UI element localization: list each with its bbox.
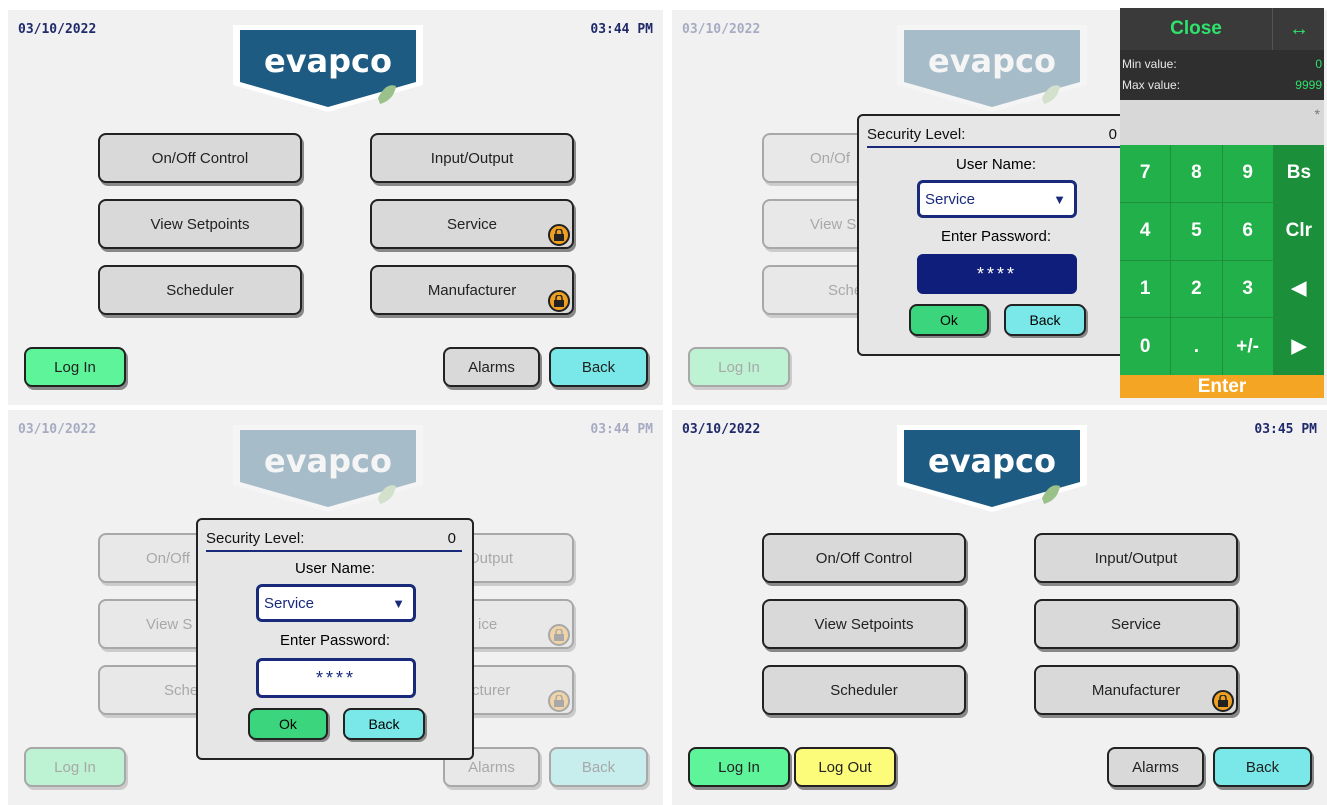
password-field[interactable]: **** <box>256 658 416 698</box>
lock-icon <box>548 224 570 246</box>
ok-button[interactable]: Ok <box>909 304 989 336</box>
date-label: 03/10/2022 <box>682 422 761 437</box>
key-backspace[interactable]: Bs <box>1273 145 1324 202</box>
security-level-value: 0 <box>1108 126 1117 143</box>
keypad-close-button[interactable]: Close <box>1120 8 1272 50</box>
logo-text: evapco <box>928 442 1056 480</box>
scheduler-button[interactable]: Scheduler <box>762 665 966 715</box>
numeric-keypad: Close ↔ Min value: 0 Max value: 9999 * 7… <box>1120 8 1324 398</box>
security-level-label: Security Level: <box>206 530 305 547</box>
left-arrow-icon[interactable]: ◀ <box>1273 260 1324 318</box>
key-2[interactable]: 2 <box>1171 260 1222 318</box>
key-9[interactable]: 9 <box>1222 145 1273 202</box>
min-value-label: Min value: <box>1122 57 1177 71</box>
dialog-back-button[interactable]: Back <box>1004 304 1086 336</box>
keypad-enter-button[interactable]: Enter <box>1120 375 1324 398</box>
user-name-label: User Name: <box>294 560 376 577</box>
keypad-header: Close ↔ <box>1120 8 1324 50</box>
date-label: 03/10/2022 <box>18 422 97 437</box>
manufacturer-button[interactable]: Manufacturer <box>1034 665 1238 715</box>
password-field[interactable]: **** <box>917 254 1077 294</box>
evapco-logo: evapco <box>892 420 1092 515</box>
security-level-label: Security Level: <box>867 126 966 143</box>
keypad-display: * <box>1120 100 1324 145</box>
key-5[interactable]: 5 <box>1171 202 1222 260</box>
evapco-logo: evapco <box>228 20 428 115</box>
security-level-row: Security Level: 0 <box>867 126 1123 148</box>
key-3[interactable]: 3 <box>1222 260 1273 318</box>
max-value-row: Max value: 9999 <box>1122 75 1322 95</box>
time-label: 03:44 PM <box>590 422 653 437</box>
service-button[interactable]: Service <box>370 199 574 249</box>
key-0[interactable]: 0 <box>1120 318 1171 375</box>
key-clear[interactable]: Clr <box>1273 202 1324 260</box>
login-dialog: Security Level: 0 User Name: Service ▼ E… <box>196 518 474 760</box>
panel-main-menu-logged-in: 03/10/2022 03:45 PM evapco On/Off Contro… <box>672 410 1327 805</box>
log-in-button[interactable]: Log In <box>24 347 126 387</box>
log-out-button[interactable]: Log Out <box>794 747 896 787</box>
user-name-select[interactable]: Service ▼ <box>256 584 416 622</box>
dropdown-arrow-icon: ▼ <box>1053 191 1066 207</box>
logo-text: evapco <box>264 42 392 80</box>
on-off-control-button[interactable]: On/Off Control <box>762 533 966 583</box>
manufacturer-button[interactable]: Manufacturer <box>370 265 574 315</box>
key-decimal[interactable]: . <box>1171 318 1222 375</box>
back-button: Back <box>549 747 648 787</box>
scheduler-button[interactable]: Scheduler <box>98 265 302 315</box>
log-in-button: Log In <box>24 747 126 787</box>
date-label: 03/10/2022 <box>682 22 761 37</box>
date-label: 03/10/2022 <box>18 22 97 37</box>
logo-text: evapco <box>264 442 392 480</box>
key-4[interactable]: 4 <box>1120 202 1171 260</box>
lock-icon <box>548 290 570 312</box>
keypad-keys: 7 8 9 Bs 4 5 6 Clr 1 2 3 ◀ 0 . +/- ▶ <box>1120 145 1324 375</box>
login-dialog: Security Level: 0 User Name: Service ▼ E… <box>857 114 1135 356</box>
user-name-select[interactable]: Service ▼ <box>917 180 1077 218</box>
max-value: 9999 <box>1295 78 1322 92</box>
enter-password-label: Enter Password: <box>940 228 1052 245</box>
lock-icon <box>548 624 570 646</box>
key-6[interactable]: 6 <box>1222 202 1273 260</box>
max-value-label: Max value: <box>1122 78 1181 92</box>
move-arrows-icon[interactable]: ↔ <box>1272 8 1325 50</box>
back-button[interactable]: Back <box>549 347 648 387</box>
ok-button[interactable]: Ok <box>248 708 328 740</box>
log-in-button: Log In <box>688 347 790 387</box>
evapco-logo: evapco <box>892 20 1092 115</box>
min-value: 0 <box>1315 57 1322 71</box>
view-setpoints-button[interactable]: View Setpoints <box>762 599 966 649</box>
keypad-range-info: Min value: 0 Max value: 9999 <box>1120 50 1324 100</box>
enter-password-label: Enter Password: <box>279 632 391 649</box>
lock-icon <box>1212 690 1234 712</box>
back-button[interactable]: Back <box>1213 747 1312 787</box>
security-level-row: Security Level: 0 <box>206 530 462 552</box>
user-name-label: User Name: <box>955 156 1037 173</box>
min-value-row: Min value: 0 <box>1122 54 1322 74</box>
on-off-control-button[interactable]: On/Off Control <box>98 133 302 183</box>
dropdown-arrow-icon: ▼ <box>392 595 405 611</box>
service-button[interactable]: Service <box>1034 599 1238 649</box>
input-output-button[interactable]: Input/Output <box>370 133 574 183</box>
right-arrow-icon[interactable]: ▶ <box>1273 318 1324 375</box>
key-plus-minus[interactable]: +/- <box>1222 318 1273 375</box>
alarms-button[interactable]: Alarms <box>443 347 540 387</box>
key-8[interactable]: 8 <box>1171 145 1222 202</box>
time-label: 03:44 PM <box>590 22 653 37</box>
input-output-button[interactable]: Input/Output <box>1034 533 1238 583</box>
evapco-logo: evapco <box>228 420 428 515</box>
panel-main-menu-1: 03/10/2022 03:44 PM evapco On/Off Contro… <box>8 10 663 405</box>
view-setpoints-button[interactable]: View Setpoints <box>98 199 302 249</box>
alarms-button[interactable]: Alarms <box>1107 747 1204 787</box>
dialog-back-button[interactable]: Back <box>343 708 425 740</box>
lock-icon <box>548 690 570 712</box>
key-1[interactable]: 1 <box>1120 260 1171 318</box>
logo-text: evapco <box>928 42 1056 80</box>
time-label: 03:45 PM <box>1254 422 1317 437</box>
log-in-button[interactable]: Log In <box>688 747 790 787</box>
user-name-value: Service <box>925 190 976 208</box>
key-7[interactable]: 7 <box>1120 145 1171 202</box>
user-name-value: Service <box>264 594 315 612</box>
security-level-value: 0 <box>447 530 456 547</box>
panel-login-dialog: 03/10/2022 03:44 PM evapco On/Off Output… <box>8 410 663 805</box>
